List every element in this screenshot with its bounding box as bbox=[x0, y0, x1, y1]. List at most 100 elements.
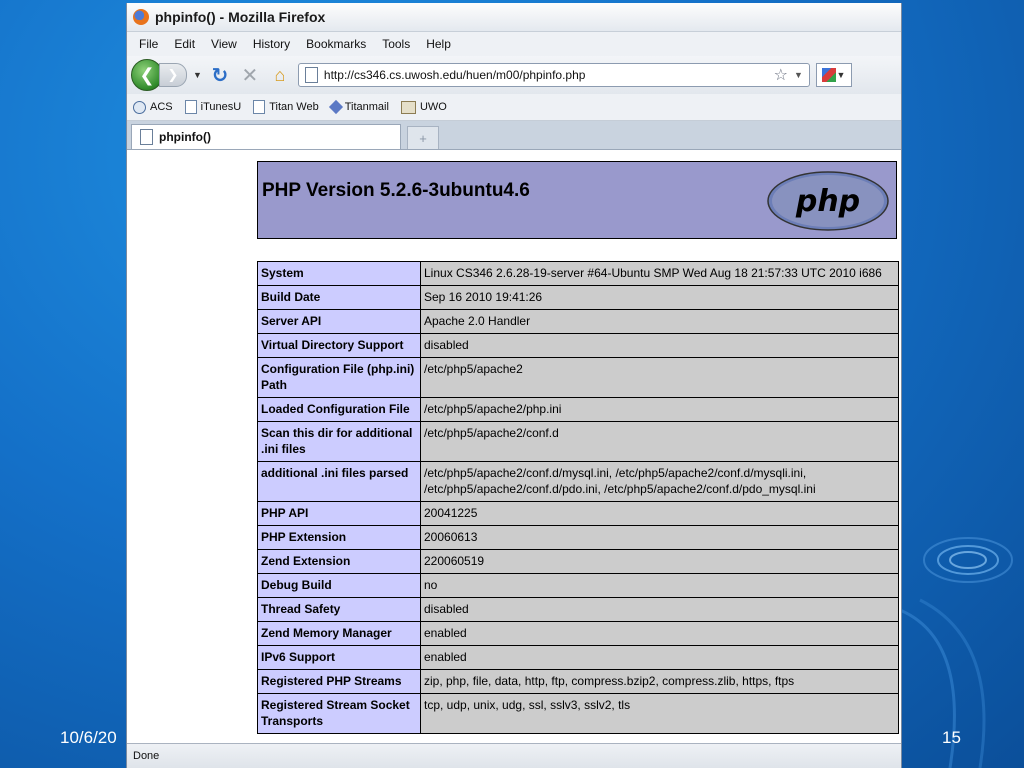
url-input[interactable]: http://cs346.cs.uwosh.edu/huen/m00/phpin… bbox=[324, 68, 768, 82]
table-row: Zend Extension 220060519 bbox=[257, 549, 899, 574]
menu-bookmarks[interactable]: Bookmarks bbox=[298, 37, 374, 51]
new-tab-button[interactable]: + bbox=[407, 126, 439, 149]
row-key: Debug Build bbox=[257, 573, 421, 598]
row-value: Sep 16 2010 19:41:26 bbox=[420, 285, 899, 310]
page-icon bbox=[140, 129, 153, 145]
row-value: /etc/php5/apache2/conf.d/mysql.ini, /etc… bbox=[420, 461, 899, 502]
slide-number: 15 bbox=[942, 728, 961, 747]
table-row: PHP API 20041225 bbox=[257, 501, 899, 526]
table-row: Virtual Directory Support disabled bbox=[257, 333, 899, 358]
table-row: Scan this dir for additional .ini files /… bbox=[257, 421, 899, 462]
php-logo-text: php bbox=[795, 184, 860, 219]
forward-arrow-icon: ❯ bbox=[167, 67, 179, 82]
table-row: Thread Safety disabled bbox=[257, 597, 899, 622]
row-value: Apache 2.0 Handler bbox=[420, 309, 899, 334]
row-value: 220060519 bbox=[420, 549, 899, 574]
table-row: Registered PHP Streams zip, php, file, da… bbox=[257, 669, 899, 694]
menu-bar: File Edit View History Bookmarks Tools H… bbox=[127, 32, 901, 56]
row-value: disabled bbox=[420, 597, 899, 622]
acs-icon bbox=[133, 100, 146, 114]
forward-button[interactable]: ❯ bbox=[159, 63, 187, 87]
row-value: tcp, udp, unix, udg, ssl, sslv3, sslv2, … bbox=[420, 693, 899, 734]
php-logo: php bbox=[767, 171, 889, 231]
row-key: Loaded Configuration File bbox=[257, 397, 421, 422]
row-value: 20060613 bbox=[420, 525, 899, 550]
bookmark-label: Titan Web bbox=[269, 101, 319, 113]
page-icon bbox=[184, 100, 197, 114]
table-row: PHP Extension 20060613 bbox=[257, 525, 899, 550]
search-engine-button[interactable]: ▼ bbox=[815, 63, 852, 87]
table-row: Build Date Sep 16 2010 19:41:26 bbox=[257, 285, 899, 310]
menu-edit[interactable]: Edit bbox=[166, 37, 203, 51]
row-value: no bbox=[420, 573, 899, 598]
row-value: /etc/php5/apache2/php.ini bbox=[420, 397, 899, 422]
bookmark-label: UWO bbox=[419, 101, 447, 113]
row-value: Linux CS346 2.6.28-19-server #64-Ubuntu … bbox=[420, 261, 899, 286]
row-value: zip, php, file, data, http, ftp, compres… bbox=[420, 669, 899, 694]
firefox-icon bbox=[133, 9, 149, 25]
row-key: PHP Extension bbox=[257, 525, 421, 550]
row-value: enabled bbox=[420, 645, 899, 670]
tab-phpinfo[interactable]: phpinfo() bbox=[131, 124, 401, 149]
table-row: Loaded Configuration File/etc/php5/apach… bbox=[257, 397, 899, 422]
row-key: Virtual Directory Support bbox=[257, 333, 421, 358]
reload-icon[interactable]: ↻ bbox=[208, 63, 232, 88]
menu-help[interactable]: Help bbox=[418, 37, 459, 51]
status-bar: Done bbox=[127, 743, 901, 768]
status-text: Done bbox=[133, 750, 160, 762]
bookmark-uwo[interactable]: UWO bbox=[400, 100, 447, 114]
title-bar: phpinfo() - Mozilla Firefox bbox=[127, 3, 901, 32]
bookmark-star-icon[interactable]: ☆ bbox=[774, 65, 788, 85]
php-version-header: PHP Version 5.2.6-3ubuntu4.6 php bbox=[257, 161, 897, 239]
google-icon bbox=[822, 68, 837, 82]
stop-icon[interactable]: ✕ bbox=[238, 63, 262, 88]
url-dropdown-icon[interactable]: ▼ bbox=[794, 70, 803, 80]
page-content: PHP Version 5.2.6-3ubuntu4.6 php System L… bbox=[127, 155, 901, 744]
bookmark-itunesu[interactable]: iTunesU bbox=[184, 100, 242, 114]
row-key: Build Date bbox=[257, 285, 421, 310]
browser-window: phpinfo() - Mozilla Firefox File Edit Vi… bbox=[126, 3, 902, 768]
row-key: additional .ini files parsed bbox=[257, 461, 421, 502]
tab-label: phpinfo() bbox=[159, 130, 211, 144]
php-info-table: System Linux CS346 2.6.28-19-server #64-U… bbox=[257, 261, 899, 734]
table-row: Registered Stream Socket Transports tcp, … bbox=[257, 693, 899, 734]
row-key: Server API bbox=[257, 309, 421, 334]
table-row: IPv6 Support enabled bbox=[257, 645, 899, 670]
row-key: Zend Extension bbox=[257, 549, 421, 574]
bookmark-label: iTunesU bbox=[200, 101, 242, 113]
row-value: /etc/php5/apache2/conf.d bbox=[420, 421, 899, 462]
window-title: phpinfo() - Mozilla Firefox bbox=[155, 9, 326, 25]
row-key: PHP API bbox=[257, 501, 421, 526]
table-row: System Linux CS346 2.6.28-19-server #64-U… bbox=[257, 261, 899, 286]
home-icon[interactable]: ⌂ bbox=[268, 65, 292, 86]
row-value: /etc/php5/apache2 bbox=[420, 357, 899, 398]
table-row: Server API Apache 2.0 Handler bbox=[257, 309, 899, 334]
row-key: IPv6 Support bbox=[257, 645, 421, 670]
row-key: Thread Safety bbox=[257, 597, 421, 622]
uwo-icon bbox=[400, 100, 416, 114]
tab-strip: phpinfo() + bbox=[127, 121, 901, 150]
row-key: Configuration File (php.ini) Path bbox=[257, 357, 421, 398]
history-dropdown-icon[interactable]: ▼ bbox=[193, 70, 202, 80]
menu-tools[interactable]: Tools bbox=[374, 37, 418, 51]
bookmark-titan-web[interactable]: Titan Web bbox=[253, 100, 319, 114]
search-dropdown-icon: ▼ bbox=[836, 70, 846, 80]
menu-file[interactable]: File bbox=[131, 37, 166, 51]
slide-date: 10/6/20 bbox=[60, 728, 117, 747]
row-key: Scan this dir for additional .ini files bbox=[257, 421, 421, 462]
menu-history[interactable]: History bbox=[245, 37, 298, 51]
bookmark-titanmail[interactable]: Titanmail bbox=[328, 99, 389, 115]
navigation-toolbar: ❮ ❯ ▼ ↻ ✕ ⌂ http://cs346.cs.uwosh.edu/hu… bbox=[127, 56, 901, 94]
row-value: disabled bbox=[420, 333, 899, 358]
back-arrow-icon: ❮ bbox=[139, 64, 155, 85]
address-bar[interactable]: http://cs346.cs.uwosh.edu/huen/m00/phpin… bbox=[297, 63, 810, 87]
bookmark-acs[interactable]: ACS bbox=[133, 100, 173, 114]
bookmark-label: Titanmail bbox=[344, 101, 389, 113]
row-key: Registered Stream Socket Transports bbox=[257, 693, 421, 734]
table-row: Zend Memory Manager enabled bbox=[257, 621, 899, 646]
plus-icon: + bbox=[419, 130, 427, 146]
titanmail-icon bbox=[328, 99, 343, 115]
menu-view[interactable]: View bbox=[203, 37, 245, 51]
row-key: System bbox=[257, 261, 421, 286]
table-row: additional .ini files parsed/etc/php5/ap… bbox=[257, 461, 899, 502]
